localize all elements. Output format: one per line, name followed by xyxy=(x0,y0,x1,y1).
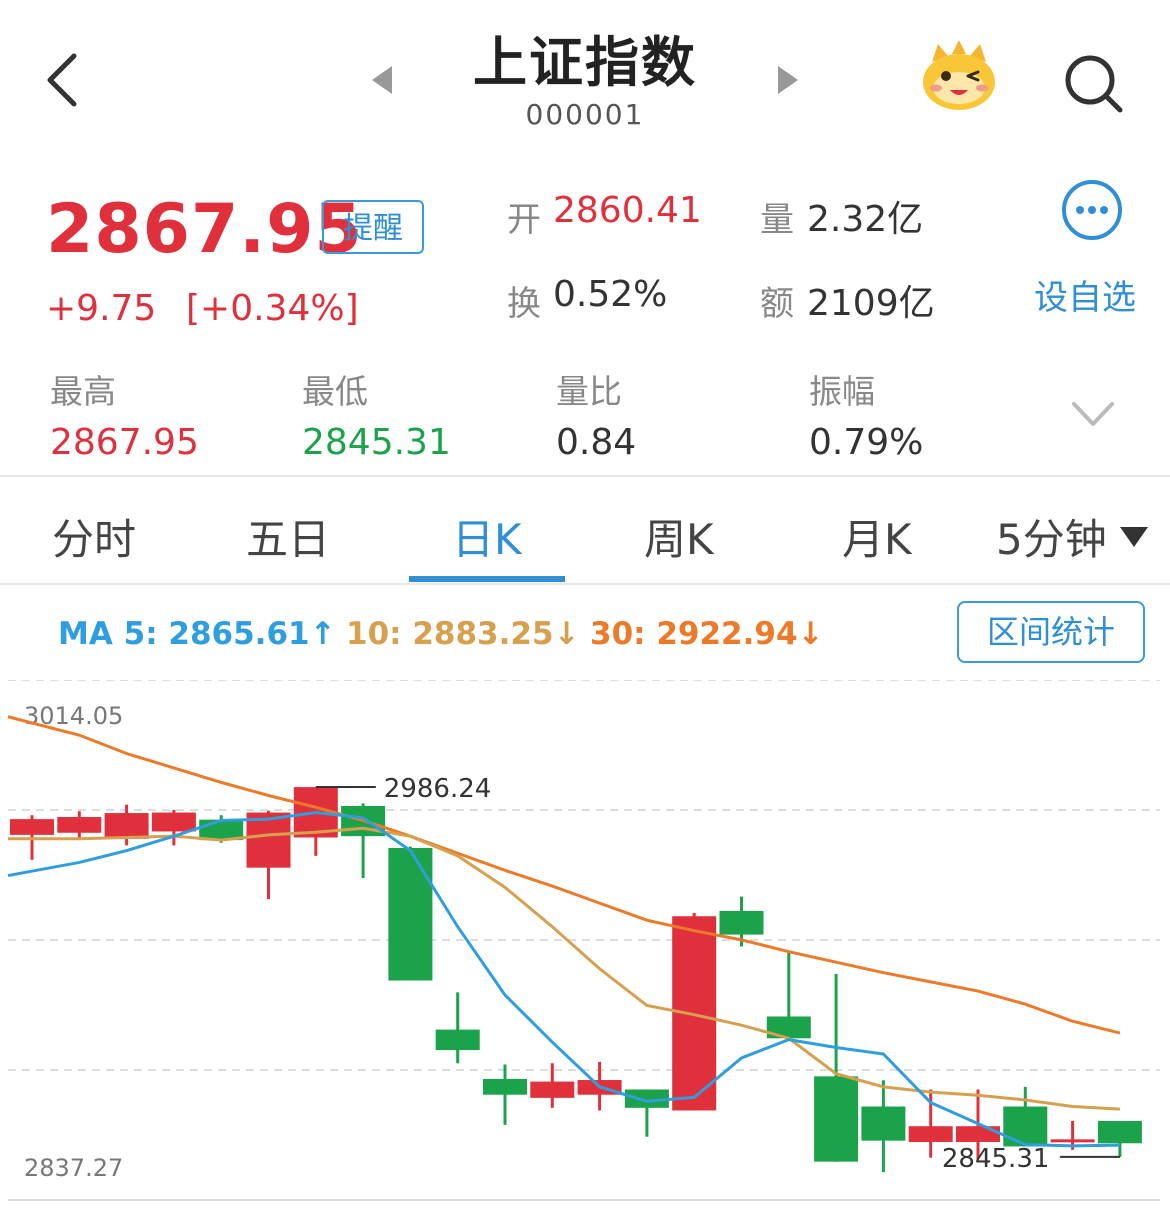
volume-label: 量 xyxy=(760,200,794,240)
turnover-value: 0.52% xyxy=(553,274,668,315)
tab-five-day[interactable]: 五日 xyxy=(246,506,330,567)
current-price: 2867.95 xyxy=(46,190,363,269)
ma30-line xyxy=(7,715,1121,1035)
tab-five-minute[interactable]: 5分钟 xyxy=(996,506,1107,567)
tab-weekly-k[interactable]: 周K xyxy=(644,506,714,567)
ma30-value: 30: 2922.94↓ xyxy=(590,616,824,652)
candle xyxy=(246,810,291,900)
amount-label: 额 xyxy=(760,284,794,324)
tabs-divider xyxy=(0,583,1170,585)
candle-body xyxy=(435,1029,480,1051)
ma10-value: 10: 2883.25↓ xyxy=(346,616,580,652)
candle xyxy=(530,1063,575,1108)
candle xyxy=(388,846,433,981)
price-change-percent: [+0.34%] xyxy=(186,288,359,329)
more-options-icon[interactable] xyxy=(1060,178,1124,242)
candle-body xyxy=(814,1076,859,1162)
candle xyxy=(766,951,811,1039)
candle-body xyxy=(1003,1106,1048,1147)
axis-min-label: 2837.27 xyxy=(24,1154,123,1182)
candle xyxy=(57,811,102,841)
candle-body xyxy=(483,1078,527,1095)
ma10-line xyxy=(8,826,1120,1111)
stat-high-label: 最高 xyxy=(50,372,116,411)
stat-volume-ratio-value: 0.84 xyxy=(556,422,637,463)
candle-body xyxy=(719,910,764,935)
stat-low-label: 最低 xyxy=(302,372,368,411)
stat-volume-ratio-label: 量比 xyxy=(556,372,622,411)
candle xyxy=(814,973,859,1162)
tab-monthly-k[interactable]: 月K xyxy=(842,506,912,567)
candle-body xyxy=(151,812,196,832)
candle-body xyxy=(388,847,433,981)
add-watchlist-button[interactable]: 设自选 xyxy=(1034,270,1136,319)
tab-intraday[interactable]: 分时 xyxy=(52,506,136,567)
candle xyxy=(1097,1120,1142,1157)
candle xyxy=(293,787,338,856)
high-marker-label: 2986.24 xyxy=(384,774,492,804)
stat-low-value: 2845.31 xyxy=(302,422,451,463)
chevron-down-icon[interactable] xyxy=(1070,396,1116,432)
candlestick-chart[interactable]: 3014.05 2837.27 2986.242845.31 xyxy=(0,680,1170,1210)
candle-body xyxy=(530,1081,575,1098)
candle-body xyxy=(104,813,149,839)
candle-body xyxy=(956,1126,1000,1142)
candle-body xyxy=(10,819,54,835)
open-value: 2860.41 xyxy=(553,190,702,231)
mascot-icon[interactable] xyxy=(918,40,1000,112)
candle xyxy=(861,1080,906,1173)
volume-value: 2.32亿 xyxy=(807,199,924,240)
low-marker-label: 2845.31 xyxy=(942,1144,1050,1174)
active-tab-indicator xyxy=(409,576,565,582)
candle xyxy=(483,1064,527,1125)
candle-body xyxy=(861,1106,906,1141)
stat-amplitude-value: 0.79% xyxy=(809,422,924,463)
section-divider xyxy=(0,475,1170,477)
amount-value: 2109亿 xyxy=(807,283,935,324)
turnover-label: 换 xyxy=(507,284,541,324)
tab-daily-k[interactable]: 日K xyxy=(452,506,522,567)
candle-body xyxy=(1097,1120,1142,1144)
price-alert-button[interactable]: 提醒 xyxy=(322,200,424,254)
caret-down-icon[interactable] xyxy=(1118,524,1150,550)
price-change: +9.75 xyxy=(46,288,157,329)
candle-body xyxy=(1050,1139,1095,1143)
range-stats-button[interactable]: 区间统计 xyxy=(957,601,1145,663)
open-label: 开 xyxy=(507,200,541,240)
ma5-value: MA 5: 2865.61↑ xyxy=(58,616,336,652)
next-stock-icon[interactable] xyxy=(772,62,802,98)
stat-amplitude-label: 振幅 xyxy=(809,372,875,411)
candle-body xyxy=(908,1126,953,1142)
candle xyxy=(435,992,480,1064)
search-icon[interactable] xyxy=(1060,50,1126,116)
stat-high-value: 2867.95 xyxy=(50,422,199,463)
candle-body xyxy=(57,817,102,833)
